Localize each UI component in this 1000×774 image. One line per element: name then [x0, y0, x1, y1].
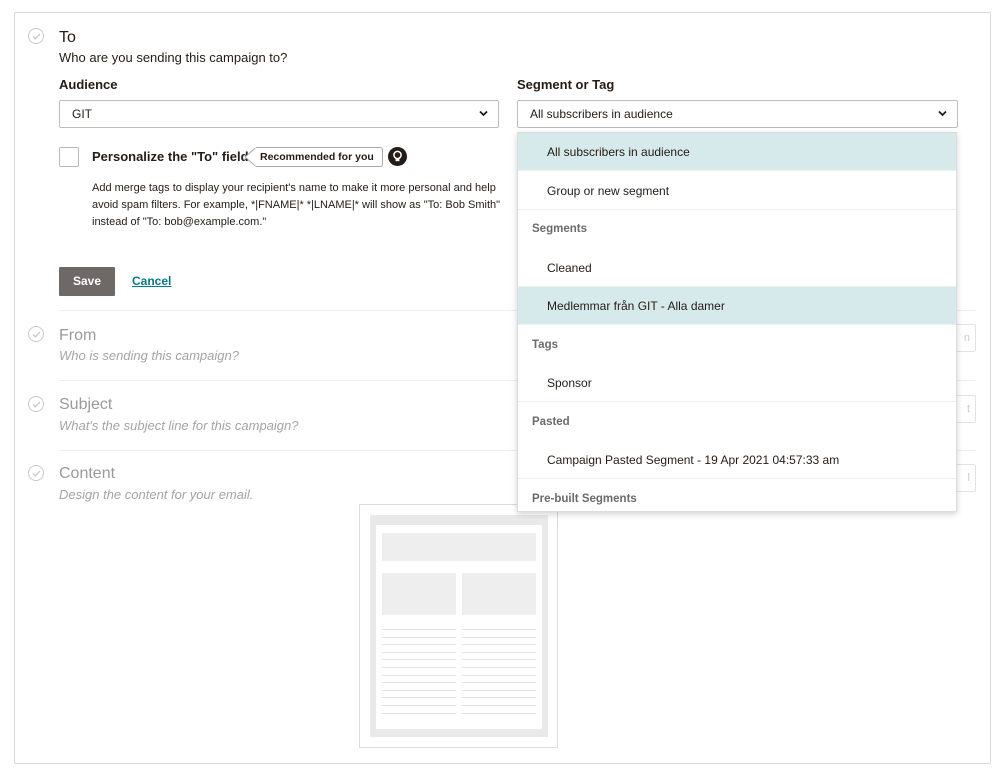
dropdown-option[interactable]: Cleaned [518, 249, 956, 287]
preview-image-right [462, 573, 536, 615]
preview-text-line [382, 644, 456, 646]
preview-text-line [462, 659, 536, 661]
badge-arrow [244, 147, 256, 167]
preview-text-line [462, 674, 536, 676]
preview-text-line [462, 682, 536, 684]
preview-text-line [382, 636, 456, 638]
subject-section-title: Subject [59, 396, 113, 413]
dropdown-option[interactable]: Medlemmar från GIT - Alla damer [518, 287, 956, 325]
dropdown-option[interactable]: Sponsor [518, 364, 956, 402]
preview-text-line [462, 697, 536, 699]
recommended-badge-text: Recommended for you [256, 147, 383, 167]
personalize-help-text: Add merge tags to display your recipient… [92, 182, 501, 228]
preview-text-line [382, 712, 456, 714]
dropdown-option[interactable]: Group or new segment [518, 172, 956, 210]
to-check-circle-icon [28, 28, 44, 44]
recommended-badge: Recommended for you [244, 147, 383, 167]
from-section-subtitle: Who is sending this campaign? [59, 348, 239, 363]
preview-text-line [382, 674, 456, 676]
chevron-down-icon [479, 110, 488, 117]
preview-text-line [382, 667, 456, 668]
preview-text-line [382, 697, 456, 699]
preview-text-line [382, 629, 456, 630]
save-button[interactable]: Save [59, 267, 115, 296]
audience-select[interactable]: GIT [59, 100, 499, 128]
preview-text-line [382, 689, 456, 691]
preview-text-line [462, 712, 536, 714]
preview-sheet [376, 525, 542, 729]
preview-text-line [462, 629, 536, 630]
preview-text-line [462, 636, 536, 638]
preview-text-line [462, 705, 536, 706]
preview-text-line [382, 682, 456, 684]
from-check-circle-icon [28, 326, 44, 342]
subject-check-circle-icon [28, 396, 44, 412]
subject-section-subtitle: What's the subject line for this campaig… [59, 418, 299, 433]
from-section-title: From [59, 327, 97, 344]
dropdown-group-label: Pasted [532, 415, 570, 428]
dropdown-group-label: Segments [532, 223, 587, 235]
to-section-title: To [59, 29, 76, 46]
preview-text-line [462, 651, 536, 653]
dropdown-group-label: Tags [532, 338, 558, 351]
preview-text-line [462, 667, 536, 668]
content-section-subtitle: Design the content for your email. [59, 487, 254, 502]
preview-header-block [382, 533, 536, 561]
segment-select-value: All subscribers in audience [530, 107, 673, 121]
preview-frame [370, 515, 548, 737]
to-section-subtitle: Who are you sending this campaign to? [59, 50, 288, 65]
preview-image-left [382, 573, 456, 615]
content-check-circle-icon [28, 465, 44, 481]
preview-text-line [382, 659, 456, 661]
preview-text-line [382, 651, 456, 653]
personalize-checkbox[interactable] [59, 147, 79, 167]
preview-text-line [462, 644, 536, 646]
content-section-title: Content [59, 465, 116, 482]
audience-label: Audience [59, 77, 118, 92]
segment-label: Segment or Tag [517, 77, 615, 92]
preview-text-line [382, 705, 456, 706]
dropdown-option[interactable]: Campaign Pasted Segment - 19 Apr 2021 04… [518, 441, 956, 479]
email-template-preview [359, 504, 558, 748]
dropdown-option[interactable]: All subscribers in audience [518, 133, 956, 171]
dropdown-group-label: Pre-built Segments [532, 492, 637, 505]
audience-select-value: GIT [72, 107, 92, 121]
personalize-label: Personalize the "To" field [92, 149, 249, 164]
segment-dropdown-menu: All subscribers in audience Group or new … [517, 132, 957, 512]
lightbulb-icon [388, 147, 407, 166]
cancel-link[interactable]: Cancel [132, 274, 171, 288]
chevron-down-icon [938, 110, 947, 117]
preview-text-line [462, 689, 536, 691]
segment-select[interactable]: All subscribers in audience [517, 100, 958, 128]
